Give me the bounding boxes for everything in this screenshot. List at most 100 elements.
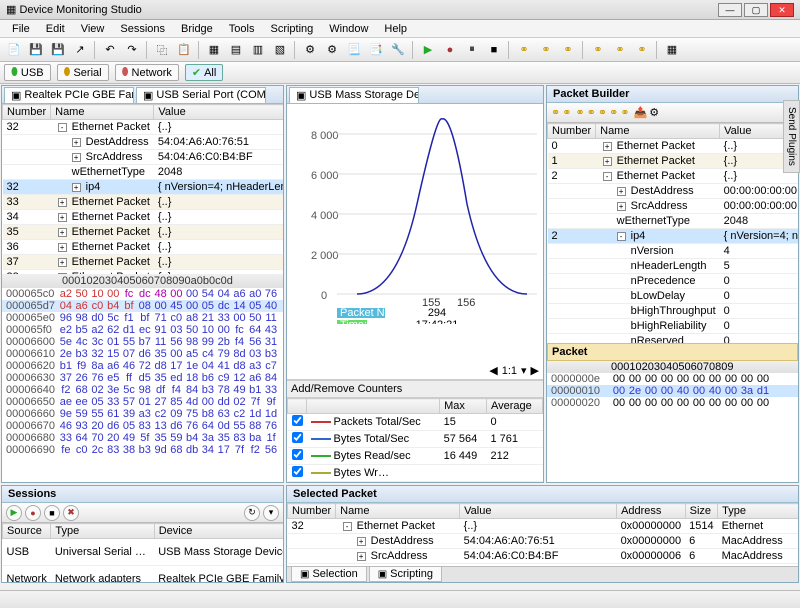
struct1-icon[interactable]: ▦ bbox=[204, 40, 224, 60]
hex-row[interactable]: 00006650aeee0533570127854d00dd027f9f bbox=[2, 396, 283, 408]
expand-icon[interactable]: + bbox=[617, 187, 626, 196]
expand-icon[interactable]: + bbox=[58, 258, 67, 267]
hex-row[interactable]: 0000668033647020495f3559b43a3583ba1f bbox=[2, 432, 283, 444]
tab-com7[interactable]: ▣USB Serial Port (COM7) – P…✕ bbox=[136, 87, 266, 103]
struct2-icon[interactable]: ▤ bbox=[226, 40, 246, 60]
redo-icon[interactable]: ↷ bbox=[122, 40, 142, 60]
gear-icon[interactable]: ⚙ bbox=[300, 40, 320, 60]
hex-row[interactable]: 00006670469320d6058313d676640d558876 bbox=[2, 420, 283, 432]
stop-icon[interactable]: ■ bbox=[484, 40, 504, 60]
expand-icon[interactable]: - bbox=[58, 123, 67, 132]
expand-icon[interactable]: + bbox=[357, 537, 366, 546]
struct4-icon[interactable]: ▧ bbox=[270, 40, 290, 60]
pause-icon[interactable]: ⏸ bbox=[462, 40, 482, 60]
table-row[interactable]: +DestAddress54:04:A6:A0:76:510x000000 bbox=[3, 135, 284, 150]
menu-scripting[interactable]: Scripting bbox=[262, 22, 321, 36]
struct3-icon[interactable]: ▥ bbox=[248, 40, 268, 60]
hex-viewer[interactable]: 000102030405060708090a0b0c0d 000065c0a25… bbox=[2, 274, 283, 482]
menu-edit[interactable]: Edit bbox=[38, 22, 73, 36]
builder-hex[interactable]: 00010203040506070809 0000000e00000000000… bbox=[547, 361, 798, 409]
table-row[interactable]: wEthernetType2048 bbox=[548, 214, 799, 229]
hex-row[interactable]: 00000010002e0000400040003ad1 bbox=[547, 385, 798, 397]
link1-icon[interactable]: ⚭ bbox=[514, 40, 534, 60]
save-icon[interactable]: 💾 bbox=[26, 40, 46, 60]
builder-t3-icon[interactable]: ⚭ bbox=[598, 106, 607, 119]
session-stop-icon[interactable]: ■ bbox=[44, 505, 60, 521]
expand-icon[interactable]: - bbox=[343, 522, 352, 531]
table-row[interactable]: nPrecedence0 bbox=[548, 274, 799, 289]
session-row[interactable]: USBUniversal Serial …USB Mass Storage De… bbox=[3, 539, 284, 566]
chart-area[interactable]: 02 0004 0006 0008 000 155156 Packet No:2… bbox=[287, 104, 543, 379]
expand-icon[interactable]: + bbox=[58, 243, 67, 252]
table-row[interactable]: bLowDelay0 bbox=[548, 289, 799, 304]
hex-row[interactable]: 000065f0e2b5a262d1ec9103501000fc6443 bbox=[2, 324, 283, 336]
counter-row[interactable]: Bytes Read/sec16 449212 bbox=[288, 448, 543, 465]
expand-icon[interactable]: + bbox=[603, 157, 612, 166]
table-row[interactable]: bHighReliability0 bbox=[548, 319, 799, 334]
session-record-icon[interactable]: ● bbox=[25, 505, 41, 521]
hex-row[interactable]: 000065d704a6c0b4bf0800450005dc140540 bbox=[2, 300, 283, 312]
menu-view[interactable]: View bbox=[73, 22, 113, 36]
menu-tools[interactable]: Tools bbox=[221, 22, 263, 36]
table-row[interactable]: bHighThroughput0 bbox=[548, 304, 799, 319]
copy-icon[interactable]: ⿻ bbox=[152, 40, 172, 60]
doc2-icon[interactable]: 📑 bbox=[366, 40, 386, 60]
table-row[interactable]: wEthernetType20480x000000 bbox=[3, 165, 284, 180]
table-row[interactable]: 34+Ethernet Packet{..}0x000000 bbox=[3, 210, 284, 225]
minimize-button[interactable]: — bbox=[718, 3, 742, 17]
filter-network[interactable]: ⬮Network bbox=[115, 64, 179, 81]
maximize-button[interactable]: ▢ bbox=[744, 3, 768, 17]
sessions-grid[interactable]: SourceTypeDeviceProcessingStart USBUnive… bbox=[2, 523, 283, 582]
builder-settings-icon[interactable]: ⚙ bbox=[649, 106, 659, 119]
close-button[interactable]: ✕ bbox=[770, 3, 794, 17]
selected-packet-grid[interactable]: NumberNameValueAddressSizeTypePro… 32-Et… bbox=[287, 503, 798, 566]
table-row[interactable]: nHeaderLength5 bbox=[548, 259, 799, 274]
link2-icon[interactable]: ⚭ bbox=[536, 40, 556, 60]
counter-checkbox[interactable] bbox=[292, 449, 303, 460]
record-icon[interactable]: ● bbox=[440, 40, 460, 60]
hex-row[interactable]: 00006690fec02c8338b39d68db34177ff256 bbox=[2, 444, 283, 456]
hex-row[interactable]: 00006620b1f98aa64672d8171e0441d8a3c7 bbox=[2, 360, 283, 372]
expand-icon[interactable]: - bbox=[617, 232, 626, 241]
session-row[interactable]: NetworkNetwork adaptersRealtek PCIe GBE … bbox=[3, 566, 284, 583]
export-icon[interactable]: ↗ bbox=[70, 40, 90, 60]
table-row[interactable]: 0+Ethernet Packet{..} bbox=[548, 139, 799, 154]
filter-serial[interactable]: ⬮Serial bbox=[57, 64, 109, 81]
filter-usb[interactable]: ⬮USB bbox=[4, 64, 51, 81]
save-all-icon[interactable]: 💾 bbox=[48, 40, 68, 60]
table-row[interactable]: 36+Ethernet Packet{..}0x000000 bbox=[3, 240, 284, 255]
table-row[interactable]: 2-ip4{ nVersion=4; nHead… bbox=[548, 229, 799, 244]
tab-realtek[interactable]: ▣Realtek PCIe GBE Family Co…✕ bbox=[4, 87, 134, 103]
counters-header[interactable]: Add/Remove Counters bbox=[287, 380, 543, 398]
counter-row[interactable]: Packets Total/Sec150 bbox=[288, 414, 543, 431]
play-icon[interactable]: ▶ bbox=[418, 40, 438, 60]
expand-icon[interactable]: + bbox=[58, 213, 67, 222]
tab-selection[interactable]: ▣ Selection bbox=[291, 567, 367, 582]
table-row[interactable]: +SrcAddress00:00:00:00:00:00 bbox=[548, 199, 799, 214]
hex-row[interactable]: 000066102eb3321507d63500a5c4798d03b3 bbox=[2, 348, 283, 360]
builder-t5-icon[interactable]: ⚭ bbox=[620, 106, 629, 119]
tab-scripting[interactable]: ▣ Scripting bbox=[369, 567, 442, 582]
counter-row[interactable]: Bytes Total/Sec57 5641 761 bbox=[288, 431, 543, 448]
hex-row[interactable]: 00006630372676e5ffd535ed18b6c912a684 bbox=[2, 372, 283, 384]
expand-icon[interactable]: + bbox=[357, 552, 366, 561]
menu-bridge[interactable]: Bridge bbox=[173, 22, 221, 36]
hex-row[interactable]: 000066005e4c3c0155b7115698992bf45631 bbox=[2, 336, 283, 348]
builder-add-icon[interactable]: ⚭ bbox=[551, 106, 560, 119]
hex-row[interactable]: 00006640f268023e5c98dff484b37849b133 bbox=[2, 384, 283, 396]
menu-window[interactable]: Window bbox=[321, 22, 376, 36]
builder-send-icon[interactable]: 📤 bbox=[634, 106, 648, 119]
table-row[interactable]: 2-Ethernet Packet{..} bbox=[548, 169, 799, 184]
hex-row[interactable]: 0000000e00000000000000000000 bbox=[547, 373, 798, 385]
hex-row[interactable]: 000066609e59556139a3c20975b863c21d1d bbox=[2, 408, 283, 420]
table-row[interactable]: 35+Ethernet Packet{..}0x000000 bbox=[3, 225, 284, 240]
table-row[interactable]: +DestAddress00:00:00:00:00:00 bbox=[548, 184, 799, 199]
expand-icon[interactable]: + bbox=[72, 138, 81, 147]
table-row[interactable]: +SrcAddress54:04:A6:C0:B4:BF0x000000066M… bbox=[288, 549, 799, 564]
plugin1-icon[interactable]: ⚭ bbox=[588, 40, 608, 60]
expand-icon[interactable]: + bbox=[72, 183, 81, 192]
doc-icon[interactable]: 📃 bbox=[344, 40, 364, 60]
hex-row[interactable]: 0000002000000000000000000000 bbox=[547, 397, 798, 409]
expand-icon[interactable]: + bbox=[58, 228, 67, 237]
undo-icon[interactable]: ↶ bbox=[100, 40, 120, 60]
